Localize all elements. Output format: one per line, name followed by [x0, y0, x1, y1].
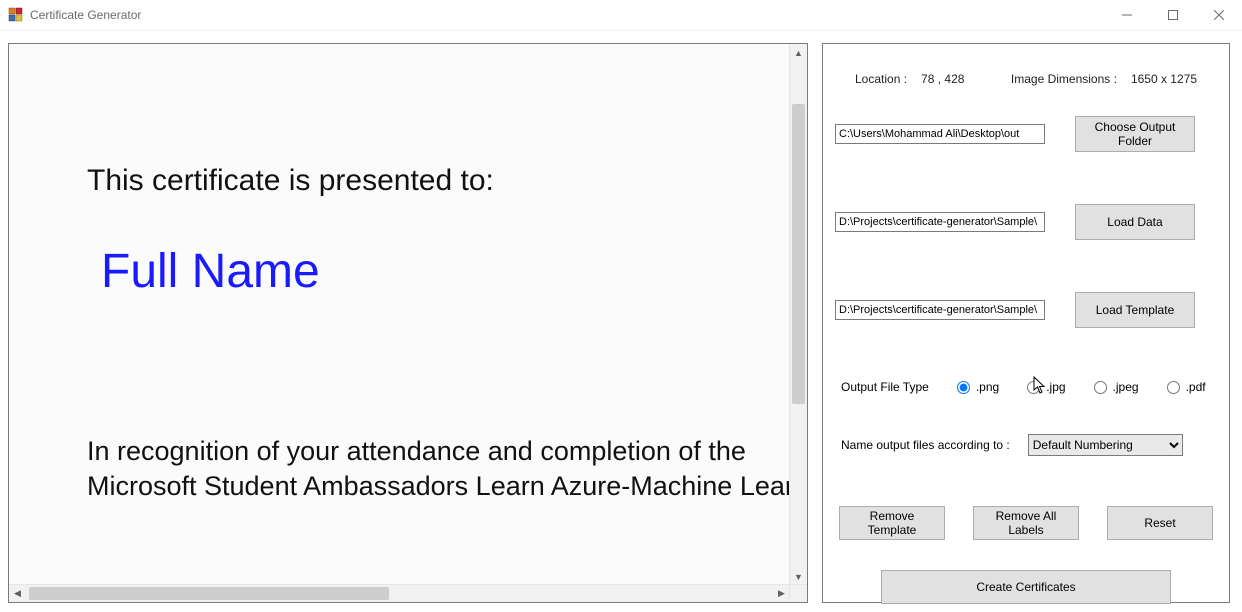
close-button[interactable]	[1196, 0, 1242, 30]
maximize-button[interactable]	[1150, 0, 1196, 30]
data-file-input[interactable]	[835, 212, 1045, 232]
load-template-button[interactable]: Load Template	[1075, 292, 1195, 328]
filetype-png-radio[interactable]: .png	[957, 380, 999, 394]
certificate-name-placeholder[interactable]: Full Name	[101, 244, 320, 299]
minimize-button[interactable]	[1104, 0, 1150, 30]
scroll-right-icon[interactable]: ▶	[773, 585, 790, 602]
dimensions-label: Image Dimensions :	[1011, 72, 1117, 86]
vertical-scroll-thumb[interactable]	[792, 104, 805, 404]
certificate-heading: This certificate is presented to:	[87, 164, 494, 198]
vertical-scrollbar[interactable]: ▲ ▼	[789, 44, 807, 585]
window-controls	[1104, 0, 1242, 30]
certificate-body-text: In recognition of your attendance and co…	[87, 434, 789, 504]
status-row: Location : 78 , 428 Image Dimensions : 1…	[855, 72, 1197, 86]
template-file-input[interactable]	[835, 300, 1045, 320]
app-icon	[8, 7, 24, 23]
scroll-corner	[789, 584, 807, 602]
certificate-canvas[interactable]: This certificate is presented to: Full N…	[9, 44, 789, 584]
naming-select[interactable]: Default Numbering	[1028, 434, 1183, 456]
titlebar: Certificate Generator	[0, 0, 1242, 31]
controls-panel: Location : 78 , 428 Image Dimensions : 1…	[822, 43, 1230, 603]
remove-all-labels-button[interactable]: Remove All Labels	[973, 506, 1079, 540]
output-folder-input[interactable]	[835, 124, 1045, 144]
naming-row: Name output files according to : Default…	[835, 434, 1217, 456]
reset-button[interactable]: Reset	[1107, 506, 1213, 540]
scroll-left-icon[interactable]: ◀	[9, 585, 26, 602]
filetype-pdf-radio[interactable]: .pdf	[1167, 380, 1206, 394]
choose-output-folder-button[interactable]: Choose Output Folder	[1075, 116, 1195, 152]
location-label: Location :	[855, 72, 907, 86]
location-value: 78 , 428	[921, 72, 964, 86]
dimensions-value: 1650 x 1275	[1131, 72, 1197, 86]
scroll-down-icon[interactable]: ▼	[790, 568, 807, 585]
create-certificates-button[interactable]: Create Certificates	[881, 570, 1171, 604]
load-data-button[interactable]: Load Data	[1075, 204, 1195, 240]
output-file-type-row: Output File Type .png .jpg .jpeg .pdf	[835, 380, 1217, 394]
remove-template-button[interactable]: Remove Template	[839, 506, 945, 540]
filetype-jpg-radio[interactable]: .jpg	[1027, 380, 1065, 394]
naming-label: Name output files according to :	[841, 438, 1010, 452]
output-file-type-label: Output File Type	[841, 380, 929, 394]
preview-panel: This certificate is presented to: Full N…	[8, 43, 808, 603]
filetype-jpeg-radio[interactable]: .jpeg	[1094, 380, 1139, 394]
horizontal-scrollbar[interactable]: ◀ ▶	[9, 584, 790, 602]
window-title: Certificate Generator	[30, 8, 141, 22]
horizontal-scroll-thumb[interactable]	[29, 587, 389, 600]
scroll-up-icon[interactable]: ▲	[790, 44, 807, 61]
